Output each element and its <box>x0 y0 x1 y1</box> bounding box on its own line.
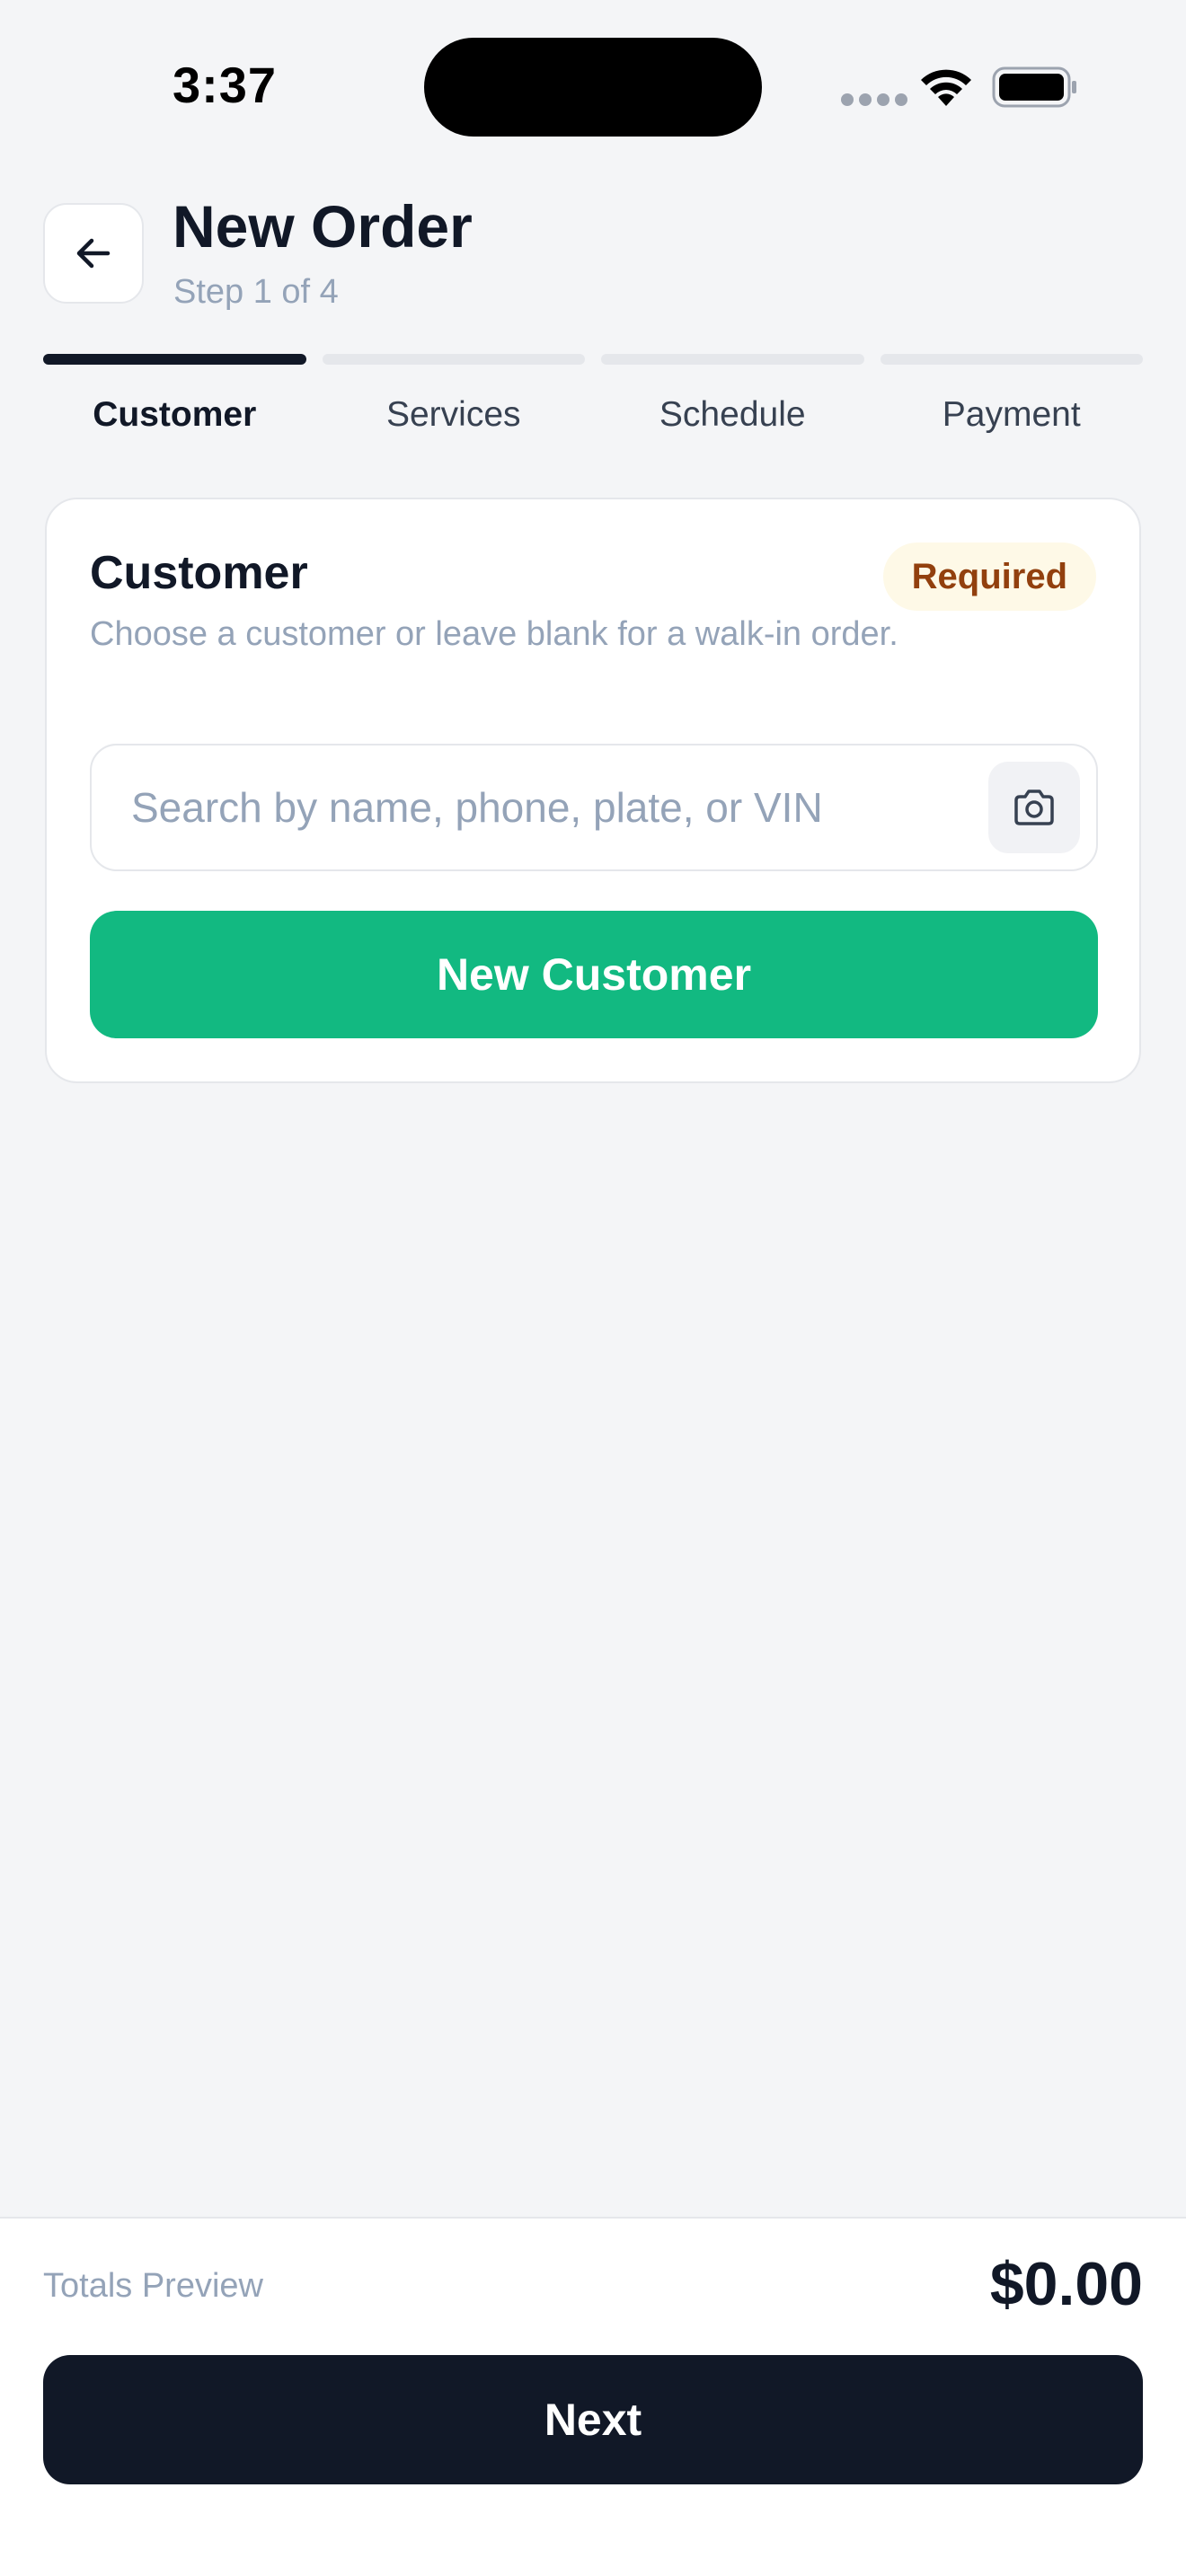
customer-search-input[interactable] <box>92 745 954 869</box>
footer-bar: Totals Preview $0.00 Next <box>0 2217 1186 2576</box>
card-title: Customer <box>90 547 308 599</box>
stepper-labels: Customer Services Schedule Payment <box>43 395 1143 435</box>
page-title: New Order <box>173 193 473 260</box>
page-subtitle: Step 1 of 4 <box>173 273 339 311</box>
arrow-left-icon <box>76 238 111 269</box>
required-badge: Required <box>882 543 1096 611</box>
new-customer-button[interactable]: New Customer <box>90 911 1098 1038</box>
customer-search-field <box>90 744 1098 871</box>
stepper-progress <box>43 354 1143 365</box>
status-bar: 3:37 <box>0 0 1186 162</box>
totals-value: $0.00 <box>989 2250 1143 2318</box>
status-time: 3:37 <box>172 57 278 113</box>
dynamic-island <box>424 38 762 137</box>
battery-icon <box>992 66 1076 108</box>
customer-card: Customer Required Choose a customer or l… <box>45 498 1141 1083</box>
card-description: Choose a customer or leave blank for a w… <box>90 615 898 653</box>
step-bar-schedule <box>601 354 864 365</box>
step-bar-services <box>322 354 585 365</box>
step-customer[interactable]: Customer <box>43 395 306 435</box>
next-button[interactable]: Next <box>43 2355 1143 2484</box>
step-bar-customer <box>43 354 306 365</box>
totals-label: Totals Preview <box>43 2267 263 2305</box>
step-payment[interactable]: Payment <box>881 395 1144 435</box>
camera-icon <box>1014 790 1054 825</box>
wifi-icon <box>921 69 971 106</box>
back-button[interactable] <box>43 203 144 304</box>
step-schedule[interactable]: Schedule <box>601 395 864 435</box>
step-bar-payment <box>880 354 1143 365</box>
scan-button[interactable] <box>988 762 1080 853</box>
signal-dots-icon <box>841 93 907 106</box>
step-services[interactable]: Services <box>323 395 586 435</box>
